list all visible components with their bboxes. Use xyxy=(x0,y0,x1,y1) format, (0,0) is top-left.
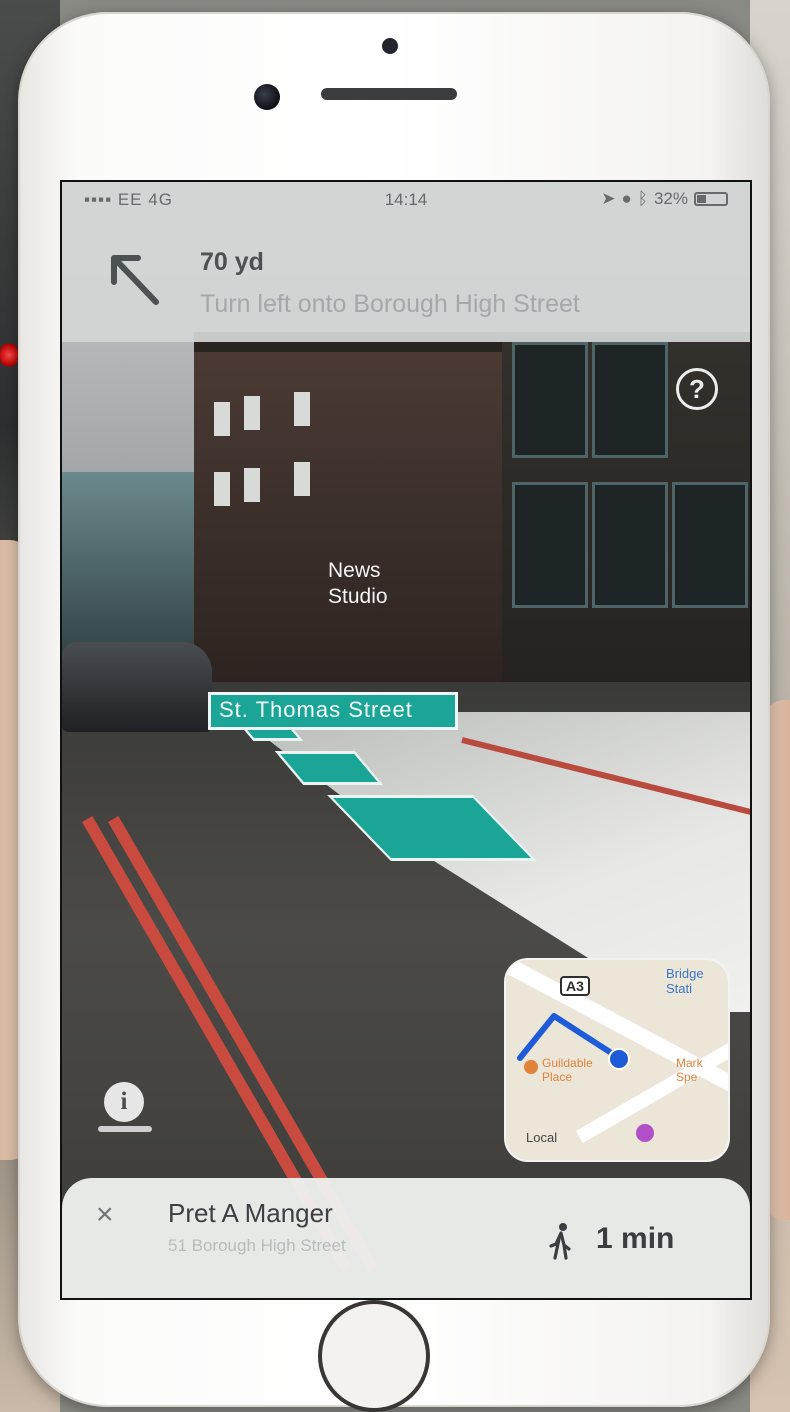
battery-level xyxy=(697,195,706,203)
maneuver-distance: 70 yd xyxy=(200,248,264,276)
building-window xyxy=(512,482,588,608)
location-arrow-icon: ➤ xyxy=(601,189,616,208)
building-window xyxy=(244,396,260,430)
info-button[interactable]: i xyxy=(104,1082,144,1122)
building-window xyxy=(294,392,310,426)
building-window xyxy=(214,402,230,436)
maneuver-instruction: Turn left onto Borough High Street xyxy=(200,290,580,318)
map-poi-marker[interactable] xyxy=(636,1124,654,1142)
phone-body: News Studio St. Thomas Street ? i ▪▪▪▪ E… xyxy=(18,12,770,1412)
front-sensor xyxy=(382,38,398,54)
destination-name: Pret A Manger xyxy=(168,1198,333,1228)
phone-screen: News Studio St. Thomas Street ? i ▪▪▪▪ E… xyxy=(60,180,752,1300)
mini-map[interactable]: A3 Bridge Stati Guildable Place Mark Spe… xyxy=(504,958,730,1162)
map-poi-marker[interactable] xyxy=(524,1060,538,1074)
building-window xyxy=(592,342,668,458)
parked-car xyxy=(62,642,212,732)
building-window xyxy=(512,342,588,458)
status-bar: ▪▪▪▪ EE 4G 14:14 ➤ ● ᛒ 32% xyxy=(62,182,750,214)
battery-percent: 32% xyxy=(653,189,688,208)
battery-icon xyxy=(694,192,728,206)
destination-card[interactable]: × Pret A Manger 51 Borough High Street 1… xyxy=(62,1178,750,1298)
arrow-up-left-icon xyxy=(111,255,159,305)
alarm-icon: ● xyxy=(621,189,632,208)
current-location-marker xyxy=(608,1048,630,1070)
destination-address: 51 Borough High Street xyxy=(168,1236,346,1255)
bluetooth-icon: ᛒ xyxy=(637,189,648,208)
close-icon[interactable]: × xyxy=(96,1198,114,1232)
building-brick xyxy=(194,352,554,712)
building-window xyxy=(244,468,260,502)
walking-icon xyxy=(549,1223,571,1260)
street-label[interactable]: St. Thomas Street xyxy=(208,692,458,730)
info-caption xyxy=(98,1126,152,1132)
front-camera xyxy=(254,84,280,110)
traffic-light xyxy=(0,340,18,370)
building-window xyxy=(592,482,668,608)
building-window xyxy=(294,462,310,496)
home-button[interactable] xyxy=(318,1300,430,1412)
poi-label[interactable]: News Studio xyxy=(328,558,428,610)
status-indicators: ➤ ● ᛒ 32% xyxy=(601,189,728,209)
navigation-banner[interactable]: ▪▪▪▪ EE 4G 14:14 ➤ ● ᛒ 32% 70 yd Turn le… xyxy=(62,182,750,342)
building-window xyxy=(672,482,748,608)
walking-eta: 1 min xyxy=(596,1222,675,1255)
earpiece-speaker xyxy=(321,88,457,100)
help-button[interactable]: ? xyxy=(676,368,718,410)
building-window xyxy=(214,472,230,506)
